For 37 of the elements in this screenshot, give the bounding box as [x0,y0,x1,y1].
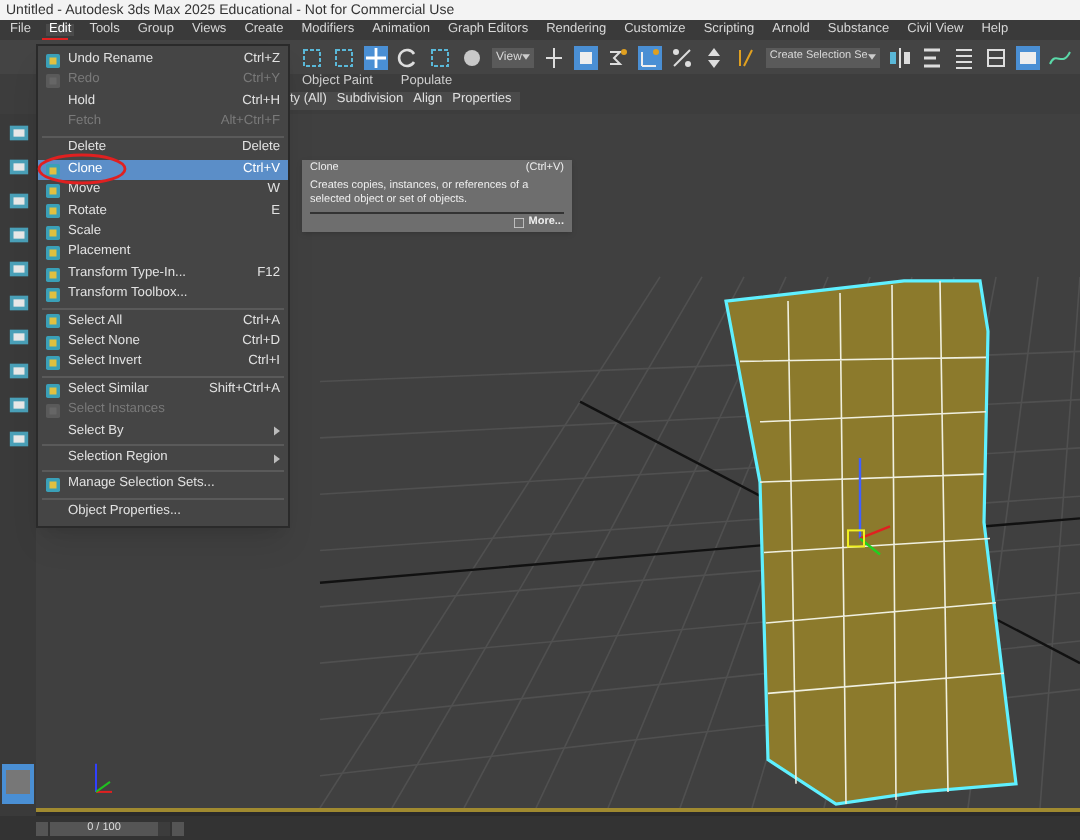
angle-snap-icon[interactable] [637,45,662,69]
list-icon[interactable] [951,45,976,69]
submenu-arrow-icon [274,426,280,437]
scale-icon[interactable] [428,45,452,69]
pivot-icon[interactable] [541,45,566,69]
snap-icon[interactable] [573,45,598,69]
tool-icon[interactable] [7,428,29,450]
axis-tripod-icon [95,763,112,793]
sphere-icon[interactable] [460,45,484,69]
tool-icon[interactable] [7,292,29,314]
help-icon [514,217,525,228]
snap-toggle-icon[interactable] [605,45,630,69]
mirror-icon[interactable] [887,45,912,69]
tool-icon[interactable] [7,122,29,144]
tool-icon[interactable] [7,326,29,348]
edit-selection-icon[interactable] [733,45,758,69]
ribbon-icon[interactable] [1015,45,1040,69]
layers-icon[interactable] [983,45,1008,69]
rotate-icon[interactable] [396,45,420,69]
align-icon[interactable] [919,45,944,69]
tool-icon[interactable] [7,258,29,280]
gizmo-icon[interactable] [847,458,891,556]
tool-icon[interactable] [7,394,29,416]
select-region-icon[interactable] [300,45,324,69]
caret-icon [521,54,530,60]
tool-icon[interactable] [7,360,29,382]
tool-icon[interactable] [7,224,29,246]
tool-icon [46,478,60,493]
tool-icon[interactable] [7,190,29,212]
select-object-icon[interactable] [332,45,356,69]
submenu-arrow-icon [274,453,280,464]
annotation-ellipse [36,152,128,186]
tool-icon[interactable] [7,156,29,178]
move-icon[interactable] [364,45,388,69]
percent-snap-icon[interactable] [669,45,694,69]
annotation-underline [42,38,68,40]
caret-icon [867,54,876,60]
